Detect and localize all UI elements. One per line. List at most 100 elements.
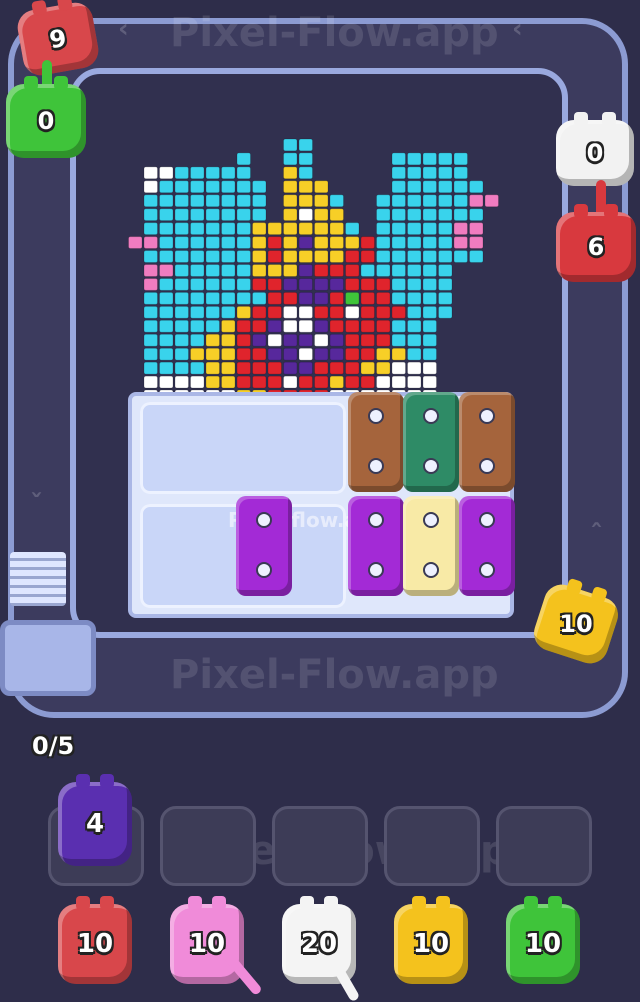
pixel-cell — [284, 292, 298, 304]
pixel-cell — [346, 223, 360, 235]
pixel-cell — [175, 334, 189, 346]
pixel-cell — [315, 223, 329, 235]
white-shooter[interactable]: 0 — [556, 120, 634, 186]
pixel-cell — [222, 251, 236, 263]
pixel-cell — [439, 181, 453, 193]
queue-slot-5[interactable] — [496, 806, 592, 886]
pixel-cell — [175, 376, 189, 388]
pixel-cell — [284, 195, 298, 207]
dispenser — [0, 620, 96, 696]
pixel-cell — [237, 292, 251, 304]
color-block[interactable] — [348, 392, 404, 492]
color-block[interactable] — [459, 392, 515, 492]
pixel-cell — [237, 348, 251, 360]
pixel-cell — [377, 195, 391, 207]
green-shooter-waiting[interactable]: 10 — [506, 904, 580, 984]
pixel-cell — [299, 153, 313, 165]
color-block[interactable] — [236, 496, 292, 596]
pixel-cell — [330, 348, 344, 360]
pixel-cell — [454, 223, 468, 235]
pixel-cell — [206, 251, 220, 263]
queue-counter: 0/5 — [32, 732, 74, 760]
color-block[interactable] — [348, 496, 404, 596]
color-block[interactable] — [403, 496, 459, 596]
pixel-cell — [346, 320, 360, 332]
pixel-cell — [253, 334, 267, 346]
pixel-cell — [284, 237, 298, 249]
queue-slot-3[interactable] — [272, 806, 368, 886]
pixel-cell — [454, 209, 468, 221]
pixel-cell — [237, 181, 251, 193]
pixel-cell — [268, 362, 282, 374]
pixel-cell — [284, 362, 298, 374]
red-shooter[interactable]: 9 — [15, 0, 101, 78]
pink-shooter-waiting[interactable]: 10 — [170, 904, 244, 984]
pixel-cell — [144, 348, 158, 360]
red-shooter-waiting[interactable]: 10 — [58, 904, 132, 984]
pixel-cell — [439, 278, 453, 290]
pixel-cell — [454, 195, 468, 207]
pixel-cell — [175, 306, 189, 318]
red-shooter-right[interactable]: 6 — [556, 212, 636, 282]
pixel-cell — [253, 348, 267, 360]
color-block[interactable] — [403, 392, 459, 492]
pixel-cell — [439, 292, 453, 304]
pixel-cell — [392, 181, 406, 193]
queue-slot-2[interactable] — [160, 806, 256, 886]
pixel-cell — [299, 306, 313, 318]
pixel-cell — [268, 348, 282, 360]
pixel-cell — [423, 292, 437, 304]
pixel-cell — [160, 223, 174, 235]
pixel-cell — [268, 376, 282, 388]
pixel-cell — [253, 376, 267, 388]
watermark-top: Pixel-Flow.app — [170, 10, 499, 56]
pixel-cell — [237, 223, 251, 235]
pixel-cell — [144, 334, 158, 346]
pixel-cell — [423, 348, 437, 360]
pixel-cell — [377, 237, 391, 249]
pixel-cell — [284, 167, 298, 179]
pixel-cell — [284, 306, 298, 318]
pixel-cell — [299, 251, 313, 263]
pixel-cell — [392, 320, 406, 332]
pixel-cell — [237, 167, 251, 179]
pixel-cell — [408, 237, 422, 249]
pixel-cell — [377, 265, 391, 277]
pixel-cell — [206, 209, 220, 221]
pixel-cell — [144, 292, 158, 304]
pixel-cell — [361, 265, 375, 277]
pixel-cell — [439, 209, 453, 221]
pixel-cell — [408, 278, 422, 290]
yellow-shooter-waiting[interactable]: 10 — [394, 904, 468, 984]
chevron-left-icon: ‹ — [512, 14, 523, 44]
pixel-cell — [377, 376, 391, 388]
pixel-cell — [408, 348, 422, 360]
pixel-cell — [377, 209, 391, 221]
pixel-cell — [175, 223, 189, 235]
pixel-cell — [408, 209, 422, 221]
block-hole — [256, 512, 272, 528]
pixel-cell — [175, 265, 189, 277]
pixel-cell — [222, 278, 236, 290]
pixel-cell — [330, 292, 344, 304]
pixel-cell — [346, 348, 360, 360]
purple-shooter[interactable]: 4 — [58, 782, 132, 866]
pixel-cell — [408, 167, 422, 179]
pixel-cell — [392, 334, 406, 346]
pixel-cell — [377, 362, 391, 374]
color-block[interactable] — [459, 496, 515, 596]
pixel-cell — [470, 181, 484, 193]
queue-slot-4[interactable] — [384, 806, 480, 886]
pixel-cell — [191, 223, 205, 235]
pixel-cell — [284, 139, 298, 151]
pixel-cell — [470, 223, 484, 235]
block-hole — [256, 562, 272, 578]
pixel-cell — [454, 251, 468, 263]
pixel-cell — [377, 251, 391, 263]
pixel-cell — [299, 278, 313, 290]
pixel-cell — [160, 209, 174, 221]
pixel-cell — [423, 195, 437, 207]
green-shooter[interactable]: 0 — [6, 84, 86, 158]
block-hole — [479, 458, 495, 474]
pixel-cell — [315, 237, 329, 249]
